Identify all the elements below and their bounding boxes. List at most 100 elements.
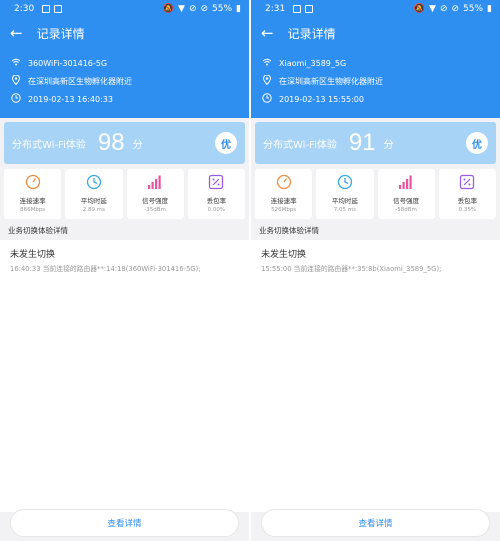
clock-icon <box>337 174 353 190</box>
no-sim-icon: ⊘ <box>200 4 209 14</box>
title-bar: ← 记录详情 <box>0 18 249 48</box>
datetime-text: 2019-02-13 15:55:00 <box>279 94 364 104</box>
wifi-experience-score-card: 分布式Wi-Fi体验 98 分 优 <box>4 122 245 164</box>
back-arrow-icon[interactable]: ← <box>10 24 23 42</box>
clock-icon <box>86 174 102 190</box>
page-title: 记录详情 <box>36 26 85 41</box>
signal-off-icon: ⊘ <box>439 4 448 14</box>
metric-value: 866Mbps <box>20 207 46 213</box>
back-arrow-icon[interactable]: ← <box>261 24 274 42</box>
metric-label: 信号强度 <box>393 197 420 205</box>
score-label: 分布式Wi-Fi体验 <box>12 139 86 151</box>
ssid-text: Xiaomi_3589_5G <box>279 58 347 68</box>
metric-label: 连接速率 <box>270 197 297 205</box>
score-value: 98 <box>97 129 125 156</box>
metric-card-packet-loss[interactable]: 丢包率 0.35% <box>438 169 496 219</box>
battery-icon: ▮ <box>487 4 492 14</box>
location-text: 在深圳高新区生物孵化器附近 <box>279 76 383 86</box>
metric-value: -58dBm <box>395 207 417 213</box>
location-pin-icon <box>10 74 22 88</box>
metric-value: 526Mbps <box>271 207 297 213</box>
grade-badge: 优 <box>466 132 488 154</box>
grade-badge: 优 <box>215 132 237 154</box>
wifi-icon <box>10 58 22 69</box>
view-details-button[interactable]: 查看详情 <box>261 509 490 537</box>
metric-card-signal[interactable]: 信号强度 -35dBm <box>126 169 184 219</box>
percent-icon <box>459 174 475 190</box>
metric-label: 平均时延 <box>80 197 107 205</box>
location-row: 在深圳高新区生物孵化器附近 <box>261 72 490 90</box>
bell-off-icon: 🔕 <box>162 4 175 14</box>
location-pin-icon <box>261 74 273 88</box>
score-unit: 分 <box>383 139 394 151</box>
datetime-row: 2019-02-13 16:40:33 <box>10 90 239 108</box>
wifi-icon: ▼ <box>178 4 185 14</box>
metric-card-speed[interactable]: 连接速率 866Mbps <box>4 169 62 219</box>
status-time: 2:31 <box>265 4 286 14</box>
clock-icon <box>261 92 273 106</box>
metric-label: 连接速率 <box>19 197 46 205</box>
page-title: 记录详情 <box>287 26 336 41</box>
clock-icon <box>10 92 22 106</box>
signal-off-icon: ⊘ <box>188 4 197 14</box>
score-value: 91 <box>348 129 376 156</box>
metric-value: 7.05 ms <box>333 207 356 213</box>
status-bar: 2:30 🔕 ▼ ⊘ ⊘ 55% ▮ <box>0 0 249 18</box>
switch-detail-panel: 未发生切换 15:55:00 当前连接的路由器**:35:8b(Xiaomi_3… <box>251 240 500 284</box>
sim-notification-icon <box>54 5 63 13</box>
signal-bars-icon <box>147 174 163 190</box>
signal-bars-icon <box>398 174 414 190</box>
connection-info: 360WiFi-301416-5G 在深圳高新区生物孵化器附近 2019-02-… <box>0 48 249 118</box>
wifi-icon <box>261 58 273 69</box>
wifi-experience-score-card: 分布式Wi-Fi体验 91 分 优 <box>255 122 496 164</box>
metrics-row: 连接速率 526Mbps 平均时延 7.05 ms 信号强度 -58dBm 丢包… <box>255 169 496 219</box>
percent-icon <box>208 174 224 190</box>
metric-value: 2.89 ms <box>82 207 105 213</box>
battery-icon: ▮ <box>236 4 241 14</box>
metric-card-signal[interactable]: 信号强度 -58dBm <box>377 169 435 219</box>
sim-notification-icon <box>305 5 314 13</box>
score-unit: 分 <box>132 139 143 151</box>
header-area: 2:31 🔕 ▼ ⊘ ⊘ 55% ▮ ← 记录详情 Xiaomi_3589_5G <box>251 0 500 118</box>
metric-card-latency[interactable]: 平均时延 2.89 ms <box>65 169 123 219</box>
metric-card-packet-loss[interactable]: 丢包率 0.00% <box>187 169 245 219</box>
empty-area <box>0 284 249 512</box>
speedometer-icon <box>276 174 292 190</box>
metrics-row: 连接速率 866Mbps 平均时延 2.89 ms 信号强度 -35dBm 丢包… <box>4 169 245 219</box>
switch-status: 未发生切换 <box>261 250 307 260</box>
header-area: 2:30 🔕 ▼ ⊘ ⊘ 55% ▮ ← 记录详情 360WiFi-301416… <box>0 0 249 118</box>
speedometer-icon <box>25 174 41 190</box>
wifi-icon: ▼ <box>429 4 436 14</box>
metric-label: 平均时延 <box>331 197 358 205</box>
switch-status: 未发生切换 <box>10 250 56 260</box>
battery-percent: 55% <box>463 4 484 14</box>
location-row: 在深圳高新区生物孵化器附近 <box>10 72 239 90</box>
title-bar: ← 记录详情 <box>251 18 500 48</box>
section-title: 业务切换体验详情 <box>8 226 68 235</box>
score-label: 分布式Wi-Fi体验 <box>263 139 337 151</box>
switch-detail-text: 16:40:33 当前连接的路由器**:14:18(360WiFi-301416… <box>10 265 201 273</box>
gallery-notification-icon <box>293 5 302 13</box>
ssid-text: 360WiFi-301416-5G <box>28 58 108 68</box>
gallery-notification-icon <box>42 5 51 13</box>
datetime-text: 2019-02-13 16:40:33 <box>28 94 113 104</box>
ssid-row: 360WiFi-301416-5G <box>10 54 239 72</box>
metric-value: 0.35% <box>458 207 477 213</box>
metric-value: 0.00% <box>207 207 226 213</box>
metric-label: 丢包率 <box>206 197 227 205</box>
switch-detail-panel: 未发生切换 16:40:33 当前连接的路由器**:14:18(360WiFi-… <box>0 240 249 284</box>
metric-label: 信号强度 <box>142 197 169 205</box>
metric-card-latency[interactable]: 平均时延 7.05 ms <box>316 169 374 219</box>
battery-percent: 55% <box>212 4 233 14</box>
location-text: 在深圳高新区生物孵化器附近 <box>28 76 132 86</box>
section-title: 业务切换体验详情 <box>259 226 319 235</box>
metric-value: -35dBm <box>144 207 166 213</box>
record-detail-screen-2: 2:31 🔕 ▼ ⊘ ⊘ 55% ▮ ← 记录详情 Xiaomi_3589_5G <box>251 0 500 541</box>
empty-area <box>251 284 500 512</box>
no-sim-icon: ⊘ <box>451 4 460 14</box>
status-bar: 2:31 🔕 ▼ ⊘ ⊘ 55% ▮ <box>251 0 500 18</box>
connection-info: Xiaomi_3589_5G 在深圳高新区生物孵化器附近 2019-02-13 … <box>251 48 500 118</box>
switch-detail-text: 15:55:00 当前连接的路由器**:35:8b(Xiaomi_3589_5G… <box>261 265 442 273</box>
view-details-button[interactable]: 查看详情 <box>10 509 239 537</box>
metric-card-speed[interactable]: 连接速率 526Mbps <box>255 169 313 219</box>
